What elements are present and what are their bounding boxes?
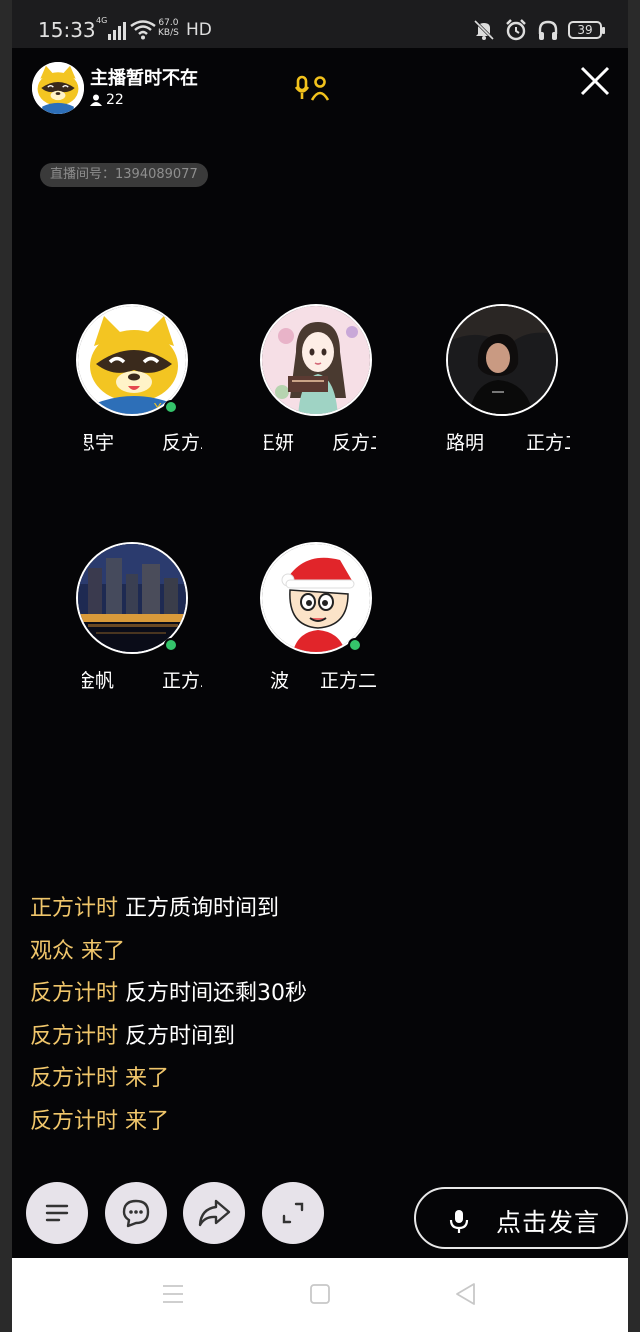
viewer-count-value: 22 — [106, 92, 124, 108]
status-time: 15:33 — [38, 18, 96, 42]
chat-text: 反方时间还剩30秒 — [125, 981, 308, 1007]
svg-text:Y: Y — [153, 401, 162, 415]
chat-message: 正方计时 正方质询时间到 — [30, 888, 590, 931]
mic-seat[interactable]: 波 正方二 — [206, 542, 386, 722]
share-arrow-icon — [198, 1199, 231, 1227]
close-icon[interactable] — [578, 64, 612, 98]
online-status-dot — [164, 400, 178, 414]
menu-button[interactable] — [26, 1182, 88, 1244]
chat-text: 来了 — [125, 1108, 170, 1134]
microphone-icon — [449, 1210, 469, 1233]
headphones-icon — [538, 20, 558, 40]
chat-message: 反方计时 来了 — [30, 1058, 590, 1101]
seat-side: 正方二 — [320, 670, 376, 692]
status-right-icons: 39 — [472, 18, 605, 42]
seat-name: 王妍 — [264, 432, 295, 454]
host-avatar[interactable] — [32, 62, 84, 114]
host-name: 主播暂时不在 — [90, 68, 198, 89]
speak-label: 点击发言 — [496, 1208, 601, 1237]
status-bar: 15:33 4G 67.0 KB/S HD 39 — [12, 0, 628, 48]
online-status-dot — [348, 638, 362, 652]
chat-message: 反方计时 反方时间还剩30秒 — [30, 973, 590, 1016]
chat-message: 观众 来了 — [30, 931, 590, 974]
share-button[interactable] — [183, 1182, 245, 1244]
expand-icon — [282, 1202, 304, 1224]
mic-mode-icon[interactable] — [294, 74, 334, 104]
chat-sender: 反方计时 — [30, 1066, 119, 1092]
mic-seat[interactable]: 王妍 反方二 — [206, 304, 386, 484]
system-nav-bar — [12, 1258, 628, 1332]
chat-text: 正方质询时间到 — [125, 896, 280, 921]
chat-sender: 反方计时 — [30, 981, 119, 1007]
person-icon — [90, 94, 102, 106]
online-status-dot — [164, 638, 178, 652]
speak-button[interactable]: 点击发言 — [414, 1187, 628, 1249]
cellular-signal-icon: 4G — [96, 16, 126, 40]
chat-text: 来了 — [81, 938, 126, 964]
viewer-count: 22 — [90, 92, 124, 108]
room-id-badge: 直播间号：1394089077 — [40, 163, 208, 187]
hd-indicator: HD — [186, 20, 212, 40]
chat-faded-line — [30, 876, 590, 888]
chat-feed[interactable]: 正方计时 正方质询时间到 观众 来了 反方计时 反方时间还剩30秒 反方计时 反… — [30, 876, 590, 1166]
mic-seat[interactable]: 路明 正方二 — [392, 304, 572, 484]
chat-sender: 正方计时 — [30, 896, 119, 921]
alarm-icon — [506, 19, 526, 41]
network-type: 4G — [96, 16, 108, 25]
comment-button[interactable] — [105, 1182, 167, 1244]
mute-icon — [473, 19, 495, 41]
mic-seat[interactable]: Y 思宇 反方二 — [22, 304, 202, 484]
chat-sender: 反方计时 — [30, 1108, 119, 1134]
network-speed: 67.0 KB/S — [158, 18, 179, 38]
chat-message: 反方计时 来了 — [30, 1101, 590, 1144]
home-icon[interactable] — [309, 1282, 331, 1306]
seat-side: 反方二 — [162, 432, 202, 454]
seat-name: 金帆 — [82, 670, 115, 692]
seat-avatar[interactable] — [260, 304, 372, 416]
seat-name: 波 — [270, 670, 290, 692]
live-room-screen: 15:33 4G 67.0 KB/S HD 39 主播暂时不在 22 直播间号：… — [12, 0, 628, 1332]
recent-apps-icon[interactable] — [162, 1282, 184, 1306]
seat-side: 正方二 — [162, 670, 202, 692]
chat-text: 来了 — [125, 1066, 170, 1092]
back-icon[interactable] — [454, 1282, 476, 1306]
chat-text: 反方时间到 — [125, 1023, 236, 1049]
seat-avatar[interactable] — [446, 304, 558, 416]
seat-side: 正方二 — [526, 432, 570, 454]
seat-name: 路明 — [446, 432, 485, 454]
wifi-icon — [130, 20, 156, 40]
fullscreen-button[interactable] — [262, 1182, 324, 1244]
mic-seat[interactable]: 金帆 正方二 — [22, 542, 202, 722]
seat-name: 思宇 — [84, 432, 115, 454]
chat-bubble-icon — [122, 1199, 150, 1228]
chat-sender: 反方计时 — [30, 1023, 119, 1049]
chat-message: 反方计时 反方时间到 — [30, 1016, 590, 1059]
chat-sender: 观众 — [30, 938, 75, 964]
battery-indicator: 39 — [568, 21, 605, 39]
menu-icon — [45, 1204, 69, 1222]
seat-side: 反方二 — [332, 432, 376, 454]
